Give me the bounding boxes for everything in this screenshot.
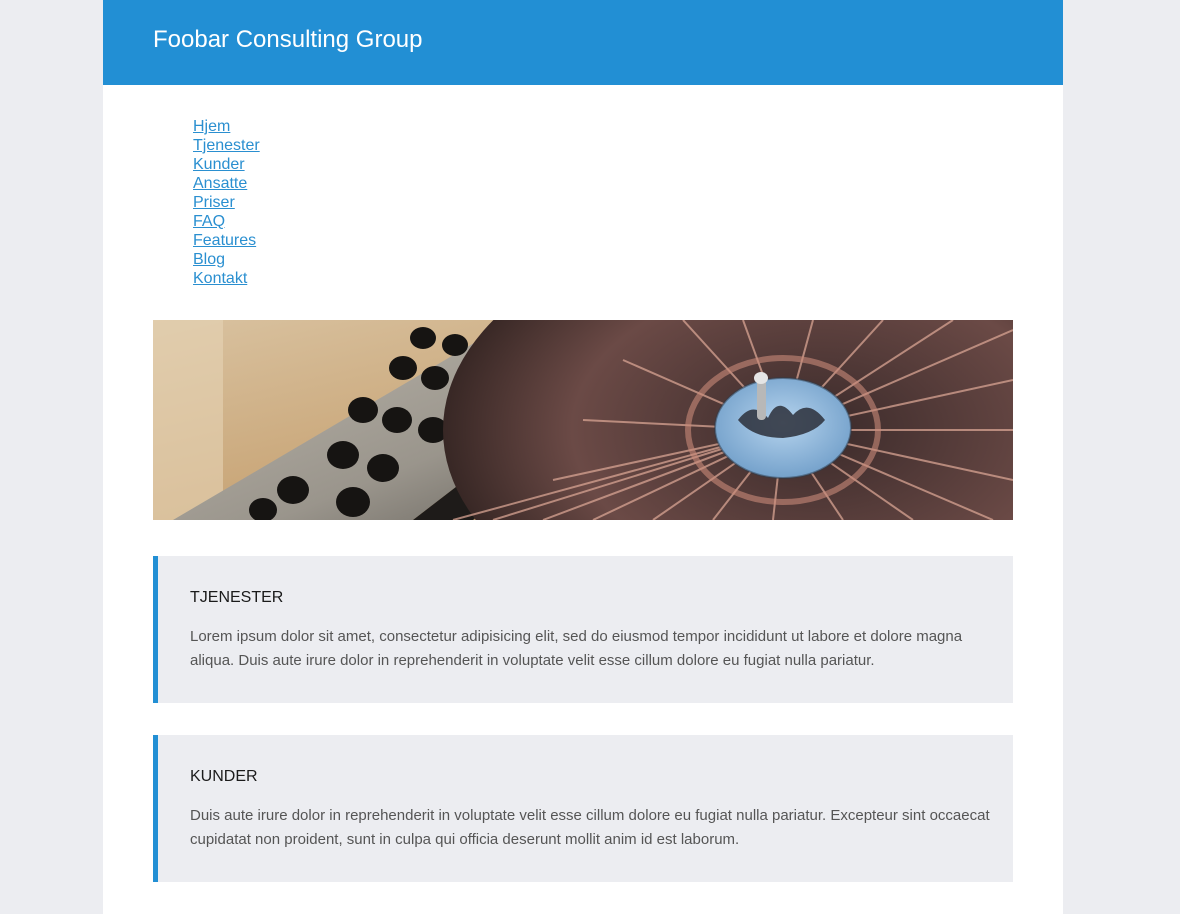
site-header: Foobar Consulting Group: [103, 0, 1063, 85]
page-container: Foobar Consulting Group Hjem Tjenester K…: [103, 0, 1063, 914]
nav-item-kunder: Kunder: [193, 155, 260, 174]
main-nav: Hjem Tjenester Kunder Ansatte Priser FAQ…: [193, 117, 260, 288]
section-tjenester: TJENESTER Lorem ipsum dolor sit amet, co…: [153, 556, 1013, 703]
nav-link-faq[interactable]: FAQ: [193, 213, 225, 230]
site-title: Foobar Consulting Group: [153, 26, 423, 53]
nav-item-priser: Priser: [193, 193, 260, 212]
nav-link-tjenester[interactable]: Tjenester: [193, 137, 260, 154]
nav-item-ansatte: Ansatte: [193, 174, 260, 193]
section-heading: TJENESTER: [190, 589, 284, 606]
section-heading: KUNDER: [190, 768, 258, 785]
hero-image: [153, 320, 1013, 520]
nav-item-faq: FAQ: [193, 212, 260, 231]
nav-link-kontakt[interactable]: Kontakt: [193, 270, 247, 287]
nav-link-kunder[interactable]: Kunder: [193, 156, 245, 173]
section-kunder: KUNDER Duis aute irure dolor in reprehen…: [153, 735, 1013, 882]
nav-link-hjem[interactable]: Hjem: [193, 118, 230, 135]
nav-link-priser[interactable]: Priser: [193, 194, 235, 211]
nav-item-features: Features: [193, 231, 260, 250]
nav-item-blog: Blog: [193, 250, 260, 269]
nav-item-kontakt: Kontakt: [193, 269, 260, 288]
nav-item-hjem: Hjem: [193, 117, 260, 136]
section-body: Lorem ipsum dolor sit amet, consectetur …: [190, 628, 963, 669]
nav-link-ansatte[interactable]: Ansatte: [193, 175, 247, 192]
hero-illustration: [153, 320, 1013, 520]
nav-item-tjenester: Tjenester: [193, 136, 260, 155]
nav-link-features[interactable]: Features: [193, 232, 256, 249]
section-body: Duis aute irure dolor in reprehenderit i…: [190, 807, 990, 848]
nav-link-blog[interactable]: Blog: [193, 251, 225, 268]
